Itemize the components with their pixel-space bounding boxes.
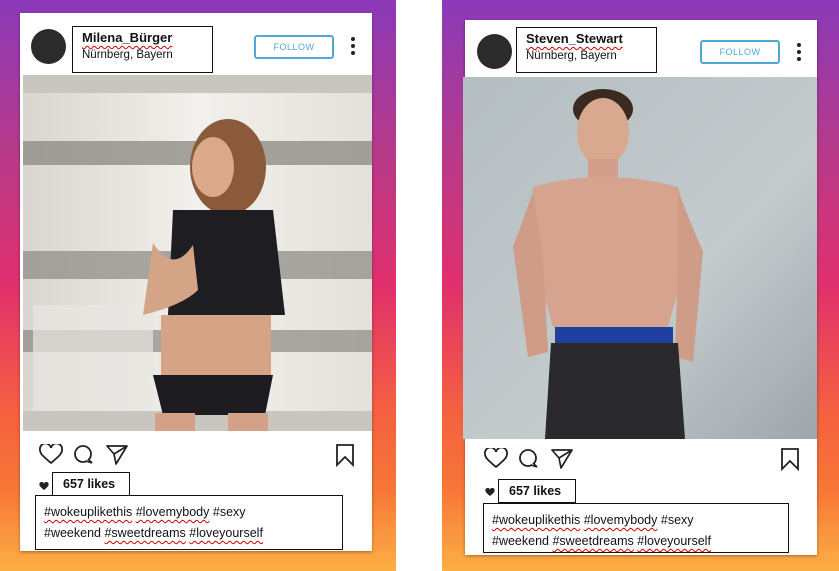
hashtag[interactable]: #sexy [213,505,246,519]
hashtag[interactable]: #lovemybody [136,505,210,519]
hashtags-line-2: #weekend #sweetdreams #loveyourself [44,523,342,544]
comment-bubble-icon[interactable] [518,448,539,469]
user-info-box: Steven_Stewart Nürnberg, Bayern [516,27,657,73]
avatar[interactable] [31,29,66,64]
location[interactable]: Nürnberg, Bayern [526,49,656,64]
username[interactable]: Milena_Bürger [82,30,212,46]
heart-outline-icon[interactable] [39,444,63,465]
user-info-box: Milena_Bürger Nürnberg, Bayern [72,26,213,73]
hashtags-line-1: #wokeuplikethis #lovemybody #sexy [44,502,342,523]
username[interactable]: Steven_Stewart [526,31,656,47]
hashtags-line-2: #weekend #sweetdreams #loveyourself [492,531,788,552]
hashtags-line-1: #wokeuplikethis #lovemybody #sexy [492,510,788,531]
hashtag[interactable]: #wokeuplikethis [492,513,580,527]
hashtag[interactable]: #sexy [661,513,694,527]
follow-button[interactable]: FOLLOW [254,35,334,59]
avatar[interactable] [477,34,512,69]
hashtag[interactable]: #wokeuplikethis [44,505,132,519]
hashtag[interactable]: #loveyourself [189,526,263,540]
heart-filled-icon [39,482,49,491]
paper-plane-icon[interactable] [550,448,574,469]
bookmark-icon[interactable] [780,447,800,471]
post-photo[interactable] [23,75,372,431]
comment-bubble-icon[interactable] [73,444,94,465]
location[interactable]: Nürnberg, Bayern [82,48,212,63]
heart-filled-icon [485,488,495,497]
photo-man-against-wall [463,77,817,439]
heart-outline-icon[interactable] [484,448,508,469]
paper-plane-icon[interactable] [105,444,129,465]
hashtag[interactable]: #sweetdreams [552,534,633,548]
follow-button[interactable]: FOLLOW [700,40,780,64]
more-options-icon[interactable] [797,43,801,64]
hashtag[interactable]: #lovemybody [584,513,658,527]
likes-count[interactable]: 657 likes [52,472,130,496]
caption-hashtags: #wokeuplikethis #lovemybody #sexy #weeke… [35,495,343,550]
bookmark-icon[interactable] [335,443,355,467]
post-photo[interactable] [463,77,817,439]
photo-woman-by-window [23,75,372,431]
more-options-icon[interactable] [351,37,355,58]
caption-hashtags: #wokeuplikethis #lovemybody #sexy #weeke… [483,503,789,553]
likes-count[interactable]: 657 likes [498,479,576,503]
hashtag[interactable]: #sweetdreams [104,526,185,540]
post-card-right: Steven_Stewart Nürnberg, Bayern FOLLOW 6… [463,20,817,555]
hashtag[interactable]: #loveyourself [637,534,711,548]
hashtag[interactable]: #weekend [44,526,101,540]
hashtag[interactable]: #weekend [492,534,549,548]
post-card-left: Milena_Bürger Nürnberg, Bayern FOLLOW 65… [20,13,372,551]
